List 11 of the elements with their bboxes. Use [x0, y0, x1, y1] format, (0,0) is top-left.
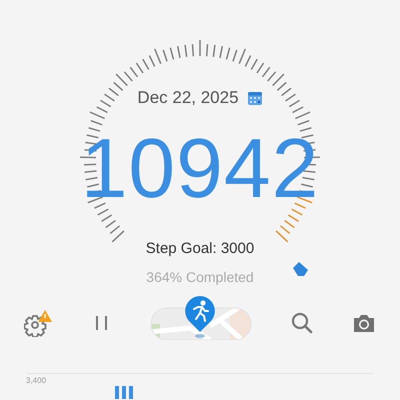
step-count: 10942	[80, 126, 320, 210]
calendar-icon[interactable]	[246, 90, 263, 106]
camera-icon[interactable]	[352, 313, 376, 333]
map-button[interactable]	[150, 296, 252, 340]
search-icon[interactable]	[290, 311, 314, 335]
date-label: Dec 22, 2025	[137, 88, 239, 108]
settings-icon[interactable]	[24, 309, 54, 337]
bar-chart-drawing	[115, 383, 135, 399]
completed-label: 364% Completed	[146, 269, 254, 285]
step-goal-label: Step Goal: 3000	[146, 240, 254, 257]
axis-label: 3,400	[26, 376, 46, 385]
